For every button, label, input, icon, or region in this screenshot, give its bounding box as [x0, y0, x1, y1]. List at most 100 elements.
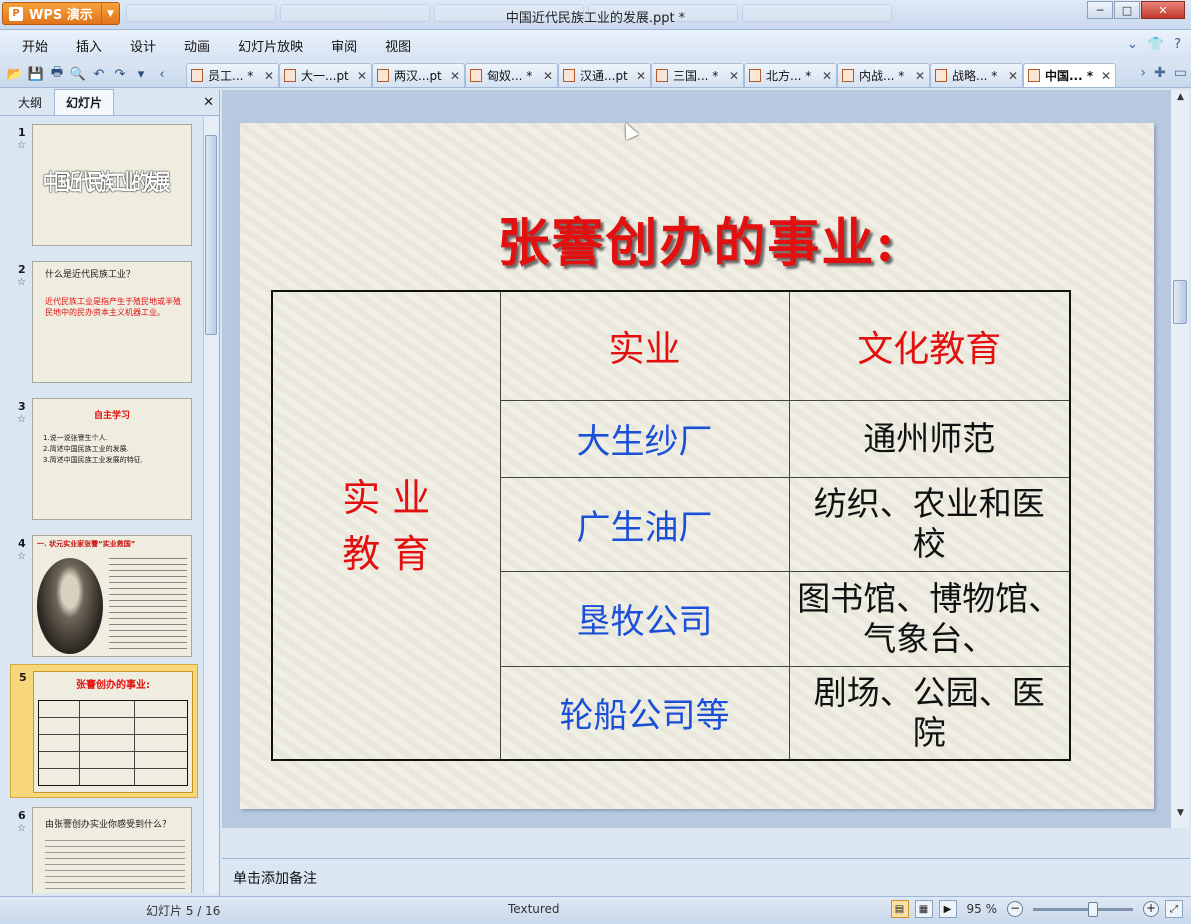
fit-to-window-icon[interactable]: ⤢: [1165, 900, 1183, 918]
table-cell-category[interactable]: 实 业 教 育: [271, 290, 501, 761]
normal-view-icon[interactable]: ▤: [890, 900, 909, 918]
menu-animation[interactable]: 动画: [170, 36, 224, 55]
tab-slides[interactable]: 幻灯片: [54, 89, 115, 115]
tab-outline[interactable]: 大纲: [6, 89, 54, 115]
current-slide[interactable]: 张謇创办的事业: 实 业 教 育 实业 文化教育 大生纱厂 通州师范 广生油厂 …: [240, 123, 1154, 809]
maximize-button[interactable]: □: [1114, 1, 1140, 19]
bullet-list-block: [45, 840, 185, 893]
close-button[interactable]: ✕: [1141, 1, 1185, 19]
tab-navigation: › ✚ ▭: [1140, 65, 1187, 81]
scroll-up-icon[interactable]: ▲: [1171, 92, 1190, 102]
table-cell[interactable]: 剧场、公园、医院: [788, 665, 1071, 761]
notes-placeholder[interactable]: 单击添加备注: [233, 868, 317, 888]
close-tab-icon[interactable]: ✕: [729, 69, 739, 83]
slide-thumbnail[interactable]: 4 ☆ 一. 状元实业家张謇“实业救国”: [10, 531, 198, 661]
close-panel-icon[interactable]: ✕: [203, 95, 214, 110]
slide-title[interactable]: 张謇创办的事业:: [240, 201, 1154, 276]
slide-thumbnail[interactable]: 2 ☆ 什么是近代民族工业？ 近代民族工业是指产生于殖民地或半殖民地中的民办资本…: [10, 257, 198, 387]
table-cell[interactable]: 图书馆、博物馆、气象台、: [788, 570, 1071, 667]
help-icon[interactable]: ?: [1174, 37, 1181, 52]
table-cell[interactable]: 广生油厂: [499, 476, 790, 572]
zoom-level[interactable]: 95 %: [967, 902, 998, 916]
slideshow-icon[interactable]: ▶: [938, 900, 957, 918]
tabs-scroll-right-icon[interactable]: ›: [1140, 65, 1146, 81]
slide-vertical-scrollbar[interactable]: ▲ ▼: [1170, 90, 1189, 828]
doc-tab-active[interactable]: 中国... * ✕: [1023, 63, 1116, 87]
zoom-in-icon[interactable]: +: [1143, 901, 1159, 917]
close-tab-icon[interactable]: ✕: [450, 69, 460, 83]
doc-tab[interactable]: 内战... * ✕: [837, 63, 930, 87]
thumbnail-preview: 由张謇创办实业你感受到什么？: [32, 807, 192, 893]
menu-home[interactable]: 开始: [8, 36, 62, 55]
doc-tab[interactable]: 两汉...pt ✕: [372, 63, 465, 87]
close-tab-icon[interactable]: ✕: [915, 69, 925, 83]
table-cell[interactable]: 大生纱厂: [499, 399, 790, 478]
notes-pane[interactable]: 单击添加备注: [222, 858, 1190, 896]
ppt-file-icon: [842, 69, 854, 82]
close-tab-icon[interactable]: ✕: [1101, 69, 1111, 83]
horizontal-scrollbar[interactable]: [222, 828, 1170, 858]
slide-thumbnail[interactable]: 1 ☆ 中国近代民族工业的发展: [10, 120, 198, 250]
menu-insert[interactable]: 插入: [62, 36, 116, 55]
customize-toolbar-icon[interactable]: ▾: [132, 65, 150, 83]
table-cell[interactable]: 纺织、农业和医校: [788, 476, 1071, 572]
ppt-file-icon: [935, 69, 947, 82]
thumbnail-scrollbar[interactable]: [203, 117, 218, 893]
scrollbar-thumb[interactable]: [205, 135, 217, 335]
print-icon[interactable]: 🖶: [48, 65, 66, 83]
table-cell[interactable]: 轮船公司等: [499, 665, 790, 761]
paragraph-text-block: [109, 558, 187, 652]
doc-tab[interactable]: 大一...pt ✕: [279, 63, 372, 87]
zoom-slider-knob[interactable]: [1088, 901, 1098, 917]
thumbnail-preview: 张謇创办的事业:: [33, 671, 193, 793]
print-preview-icon[interactable]: 🔍: [69, 65, 87, 83]
doc-tab[interactable]: 汉通...pt ✕: [558, 63, 651, 87]
redo-icon[interactable]: ↷: [111, 65, 129, 83]
close-tab-icon[interactable]: ✕: [822, 69, 832, 83]
zoom-slider[interactable]: [1033, 901, 1133, 917]
doc-tab[interactable]: 匈奴... * ✕: [465, 63, 558, 87]
menu-design[interactable]: 设计: [116, 36, 170, 55]
tabs-scroll-left-icon[interactable]: ‹: [153, 65, 171, 83]
close-tab-icon[interactable]: ✕: [1008, 69, 1018, 83]
close-tab-icon[interactable]: ✕: [543, 69, 553, 83]
doc-tab[interactable]: 战略... * ✕: [930, 63, 1023, 87]
scrollbar-thumb[interactable]: [1173, 280, 1187, 324]
tab-list-icon[interactable]: ▭: [1174, 65, 1187, 81]
undo-icon[interactable]: ↶: [90, 65, 108, 83]
animation-star-icon: ☆: [17, 551, 26, 562]
table-cell[interactable]: 通州师范: [788, 399, 1071, 478]
table-header-cell[interactable]: 实业: [499, 290, 790, 401]
slide-sorter-icon[interactable]: ▦: [914, 900, 933, 918]
slides-panel: 大纲 幻灯片 ✕ 1 ☆ 中国近代民族工业的发展 2 ☆ 什么是近代民族工业？ …: [0, 89, 220, 896]
menu-review[interactable]: 审阅: [317, 36, 371, 55]
slide-thumbnail[interactable]: 6 ☆ 由张謇创办实业你感受到什么？: [10, 803, 198, 893]
slide-thumbnail-selected[interactable]: 5 张謇创办的事业:: [10, 664, 198, 798]
quick-access-toolbar: 📂 💾 🖶 🔍 ↶ ↷ ▾ ‹: [6, 65, 171, 83]
close-tab-icon[interactable]: ✕: [636, 69, 646, 83]
open-folder-icon[interactable]: 📂: [6, 65, 24, 83]
ppt-file-icon: [749, 69, 761, 82]
doc-tab[interactable]: 北方... * ✕: [744, 63, 837, 87]
menu-view[interactable]: 视图: [371, 36, 425, 55]
close-tab-icon[interactable]: ✕: [264, 69, 274, 83]
slide-thumbnail[interactable]: 3 ☆ 自主学习 1.说一说张謇生个人. 2.简述中国民族工业的发展. 3.简述…: [10, 394, 198, 524]
doc-tab[interactable]: 员工... * ✕: [186, 63, 279, 87]
slide-table[interactable]: 实 业 教 育 实业 文化教育 大生纱厂 通州师范 广生油厂 纺织、农业和医校 …: [271, 290, 1071, 761]
slide-editing-area: 张謇创办的事业: 实 业 教 育 实业 文化教育 大生纱厂 通州师范 广生油厂 …: [222, 90, 1170, 828]
doc-tab[interactable]: 三国... * ✕: [651, 63, 744, 87]
save-icon[interactable]: 💾: [27, 65, 45, 83]
new-tab-icon[interactable]: ✚: [1154, 65, 1166, 81]
zoom-out-icon[interactable]: −: [1007, 901, 1023, 917]
table-header-cell[interactable]: 文化教育: [788, 290, 1071, 401]
skin-icon[interactable]: 👕: [1148, 37, 1164, 52]
table-cell[interactable]: 垦牧公司: [499, 570, 790, 667]
close-tab-icon[interactable]: ✕: [357, 69, 367, 83]
thumbnail-preview: 自主学习 1.说一说张謇生个人. 2.简述中国民族工业的发展. 3.简述中国民族…: [32, 398, 192, 520]
minimize-button[interactable]: ─: [1087, 1, 1113, 19]
scroll-down-icon[interactable]: ▼: [1171, 808, 1190, 818]
collapse-ribbon-icon[interactable]: ⌄: [1127, 37, 1138, 52]
ppt-file-icon: [1028, 69, 1040, 82]
thumbnail-preview: 什么是近代民族工业？ 近代民族工业是指产生于殖民地或半殖民地中的民办资本主义机器…: [32, 261, 192, 383]
menu-slideshow[interactable]: 幻灯片放映: [224, 36, 317, 55]
